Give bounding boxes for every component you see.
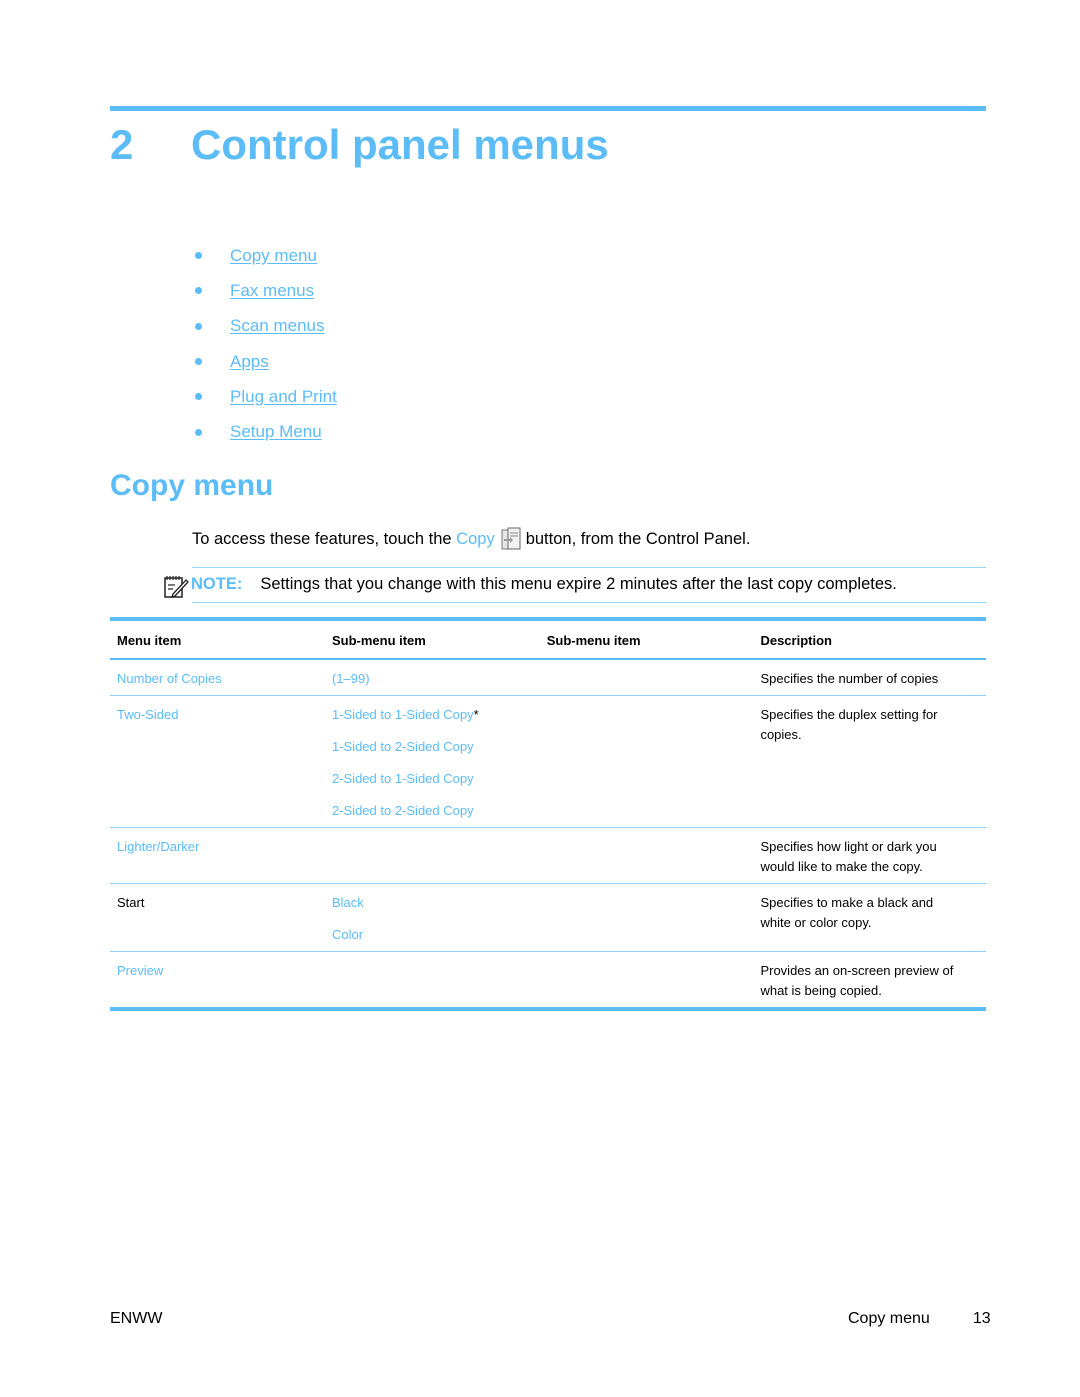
submenu-item[interactable]: 2-Sided to 1-Sided Copy	[332, 771, 474, 786]
description: Specifies how light or dark you would li…	[760, 839, 937, 874]
chapter-toc: Copy menu Fax menus Scan menus Apps Plug…	[192, 238, 337, 450]
bullet-icon	[195, 358, 202, 366]
bullet-icon	[195, 287, 202, 295]
submenu-item[interactable]: 1-Sided to 2-Sided Copy	[332, 739, 474, 754]
submenu-item[interactable]: 1-Sided to 1-Sided Copy	[332, 707, 474, 722]
copy-menu-table: Menu item Sub-menu item Sub-menu item De…	[110, 617, 986, 1011]
column-header-submenu-item: Sub-menu item	[331, 632, 426, 648]
submenu-item[interactable]: 2-Sided to 2-Sided Copy	[332, 803, 474, 818]
menu-item-start: Start	[117, 895, 145, 910]
column-header-submenu-item-2: Sub-menu item	[546, 632, 641, 648]
bullet-icon	[195, 393, 202, 401]
submenu2-cell	[540, 828, 754, 884]
intro-paragraph: To access these features, touch the Copy…	[192, 527, 750, 551]
intro-text-before: To access these features, touch the	[192, 530, 452, 548]
submenu-item-black[interactable]: Black	[332, 895, 364, 910]
chapter-title: Control panel menus	[191, 121, 609, 168]
menu-item-lighter-darker[interactable]: Lighter/Darker	[117, 839, 199, 854]
column-header-menu-item: Menu item	[117, 632, 182, 648]
table-header-row: Menu item Sub-menu item Sub-menu item De…	[110, 619, 986, 659]
description: Specifies the number of copies	[760, 671, 939, 686]
intro-copy-link[interactable]: Copy	[456, 527, 495, 551]
description: Specifies the duplex setting for copies.	[760, 707, 938, 742]
chapter-number: 2	[110, 121, 134, 168]
submenu-cell	[325, 828, 540, 884]
copy-button-icon	[501, 527, 521, 551]
toc-item: Plug and Print	[192, 379, 337, 414]
note-rule-bottom	[192, 602, 986, 603]
note-label: NOTE:	[191, 574, 243, 593]
menu-item-two-sided[interactable]: Two-Sided	[117, 707, 178, 722]
toc-link-scan-menus[interactable]: Scan menus	[230, 313, 325, 339]
description: Provides an on-screen preview of what is…	[760, 963, 954, 998]
toc-link-copy-menu[interactable]: Copy menu	[230, 243, 317, 269]
table-row: Two-Sided 1-Sided to 1-Sided Copy* 1-Sid…	[110, 696, 986, 828]
note-text: Settings that you change with this menu …	[260, 574, 897, 593]
menu-item-preview[interactable]: Preview	[117, 963, 163, 978]
footer-section: Copy menu	[848, 1310, 930, 1327]
bullet-icon	[195, 428, 202, 436]
description: Specifies to make a black and white or c…	[760, 895, 934, 930]
page-number: 13	[972, 1310, 991, 1327]
toc-link-plug-and-print[interactable]: Plug and Print	[230, 384, 337, 410]
submenu-cell	[325, 952, 540, 1010]
bullet-icon	[195, 322, 202, 330]
default-marker: *	[473, 707, 479, 722]
bullet-icon	[195, 252, 202, 260]
submenu2-cell	[540, 696, 754, 828]
table-row: Lighter/Darker Specifies how light or da…	[110, 828, 986, 884]
toc-item: Scan menus	[192, 309, 337, 344]
submenu2-cell	[540, 659, 754, 696]
table-row: Number of Copies (1–99) Specifies the nu…	[110, 659, 986, 696]
table-row: Start Black Color Specifies to make a bl…	[110, 884, 986, 952]
submenu2-cell	[540, 952, 754, 1010]
footer-locale: ENWW	[110, 1310, 163, 1327]
submenu-item[interactable]: (1–99)	[332, 671, 370, 686]
submenu2-cell	[540, 884, 754, 952]
toc-item: Apps	[192, 344, 337, 379]
toc-link-apps[interactable]: Apps	[230, 349, 269, 375]
footer-right: Copy menu 13	[848, 1310, 991, 1328]
chapter-heading: 2 Control panel menus	[110, 118, 609, 172]
chapter-top-rule	[110, 106, 986, 111]
section-title: Copy menu	[110, 469, 274, 502]
toc-item: Fax menus	[192, 273, 337, 308]
note-box: NOTE: Settings that you change with this…	[163, 568, 897, 600]
note-pencil-icon	[163, 574, 189, 600]
toc-link-fax-menus[interactable]: Fax menus	[230, 278, 314, 304]
toc-item: Copy menu	[192, 238, 337, 273]
table-row: Preview Provides an on-screen preview of…	[110, 952, 986, 1010]
toc-item: Setup Menu	[192, 414, 337, 449]
submenu-item-color[interactable]: Color	[332, 927, 363, 942]
menu-item-number-of-copies[interactable]: Number of Copies	[117, 671, 222, 686]
toc-link-setup-menu[interactable]: Setup Menu	[230, 419, 322, 445]
column-header-description: Description	[760, 632, 832, 648]
intro-text-after: button, from the Control Panel.	[525, 530, 751, 548]
